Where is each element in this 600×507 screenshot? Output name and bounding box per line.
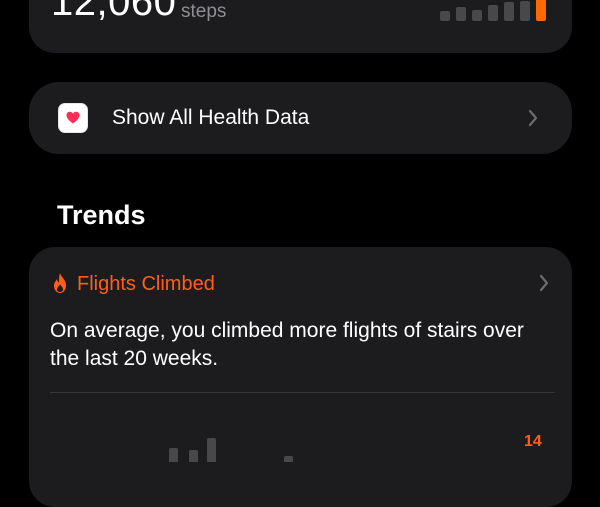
steps-bar [520,1,530,21]
trends-heading: Trends [57,200,146,230]
steps-value: 12,060 [51,0,177,24]
show-all-health-data-label: Show All Health Data [112,106,310,129]
steps-unit: steps [181,1,227,22]
trend-bar [284,456,293,462]
trend-bar [207,438,216,462]
trend-description: On average, you climbed more flights of … [50,319,524,370]
trend-title: Flights Climbed [77,273,215,295]
steps-bar-today [536,0,546,21]
health-app-heart-icon [58,103,88,133]
show-all-health-data-button[interactable]: Show All Health Data [29,82,572,154]
chevron-right-icon [539,274,549,292]
steps-card[interactable]: 12,060 steps [29,0,572,53]
trend-value: 14 [524,433,542,450]
steps-bar [456,7,466,21]
steps-bar [472,10,482,21]
chevron-right-icon [528,109,538,127]
flights-climbed-trend-card[interactable]: Flights Climbed On average, you climbed … [29,247,572,507]
trend-bar-chart [169,422,329,462]
divider [50,392,555,393]
trend-bar [169,448,178,462]
steps-mini-chart [440,0,550,21]
steps-bar [504,2,514,21]
flame-icon [54,273,66,293]
steps-bar [488,5,498,21]
trend-bar [189,450,198,462]
steps-bar [440,11,450,21]
